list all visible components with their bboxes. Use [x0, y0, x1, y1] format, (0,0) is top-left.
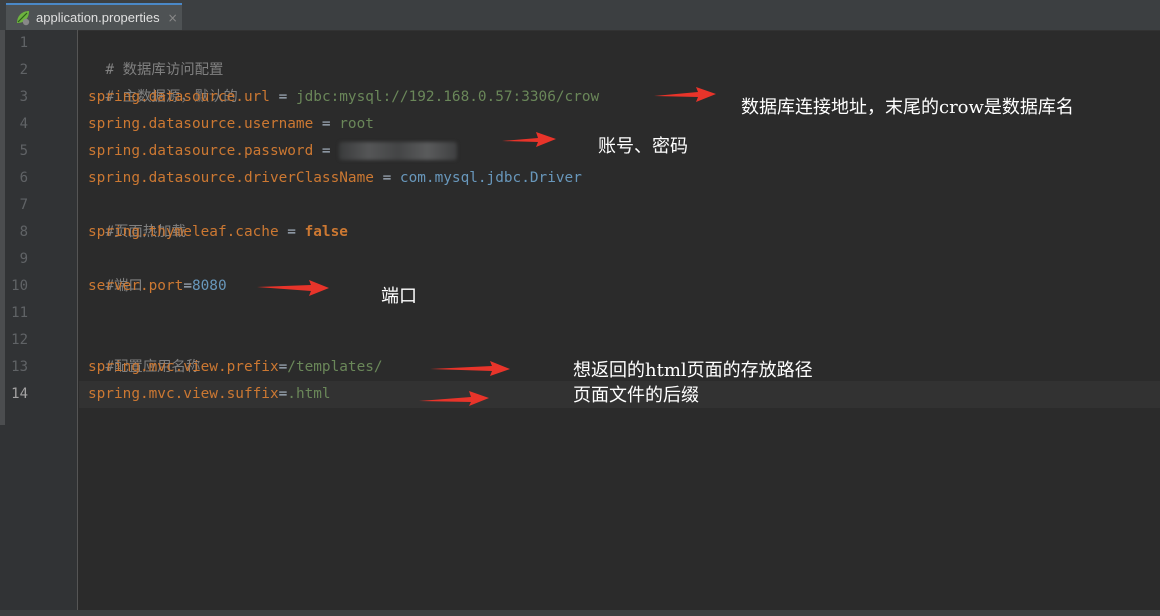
code-line[interactable]: spring.datasource.url = jdbc:mysql://192… [88, 84, 599, 111]
property-key: spring.datasource.password [88, 143, 314, 159]
annotation-suffix: 页面文件的后缀 [573, 385, 699, 406]
annotation-arrow-icon [654, 87, 716, 102]
property-value: /templates/ [287, 359, 383, 375]
equals: = [278, 386, 288, 402]
code-line[interactable]: spring.thymeleaf.cache = false [88, 219, 348, 246]
code-line[interactable]: spring.datasource.username = root [88, 111, 374, 138]
property-key: spring.datasource.driverClassName [88, 170, 374, 186]
equals: = [269, 89, 296, 105]
tab-label: application.properties [36, 10, 160, 25]
status-bar [0, 610, 1160, 616]
property-key: server.port [88, 278, 184, 294]
spring-leaf-icon [17, 10, 30, 25]
annotation-arrow-icon [419, 391, 489, 406]
equals: = [183, 278, 192, 294]
equals: = [278, 224, 305, 240]
tab-application-properties[interactable]: application.properties × [6, 3, 182, 30]
property-key: spring.datasource.username [88, 116, 314, 132]
annotation-arrow-icon [257, 280, 329, 296]
annotation-port: 端口 [381, 286, 417, 307]
property-value: com.mysql.jdbc.Driver [399, 170, 582, 186]
close-icon[interactable]: × [168, 11, 178, 25]
equals: = [278, 359, 288, 375]
property-key: spring.mvc.view.prefix [88, 359, 279, 375]
code-line[interactable]: server.port=8080 [88, 273, 227, 300]
annotation-arrow-icon [502, 132, 556, 147]
property-value: jdbc:mysql://192.168.0.57:3306/crow [295, 89, 600, 105]
vcs-change-marker [0, 30, 5, 425]
property-key: spring.mvc.view.suffix [88, 386, 279, 402]
code-line[interactable]: spring.datasource.driverClassName = com.… [88, 165, 582, 192]
property-value: false [304, 224, 348, 240]
annotation-account: 账号、密码 [598, 136, 688, 157]
line-number-gutter: 1 2 3 4 5 6 7 8 9 10 11 12 13 14 [0, 30, 78, 610]
annotation-prefix: 想返回的html页面的存放路径 [573, 360, 813, 381]
annotation-arrow-icon [430, 361, 510, 376]
code-line[interactable]: spring.datasource.password = [88, 138, 458, 165]
property-key: spring.thymeleaf.cache [88, 224, 279, 240]
code-line-current[interactable]: spring.mvc.view.suffix=.html [88, 381, 331, 408]
annotation-url: 数据库连接地址，末尾的crow是数据库名 [741, 97, 1074, 118]
property-key: spring.datasource.url [88, 89, 270, 105]
equals: = [313, 116, 340, 132]
property-value: 8080 [191, 278, 227, 294]
redacted-password [339, 142, 458, 160]
editor-tab-bar: application.properties × [0, 0, 1160, 31]
equals: = [313, 143, 340, 159]
equals: = [373, 170, 400, 186]
code-line[interactable]: spring.mvc.view.prefix=/templates/ [88, 354, 383, 381]
property-value: .html [287, 386, 331, 402]
property-value: root [339, 116, 374, 132]
